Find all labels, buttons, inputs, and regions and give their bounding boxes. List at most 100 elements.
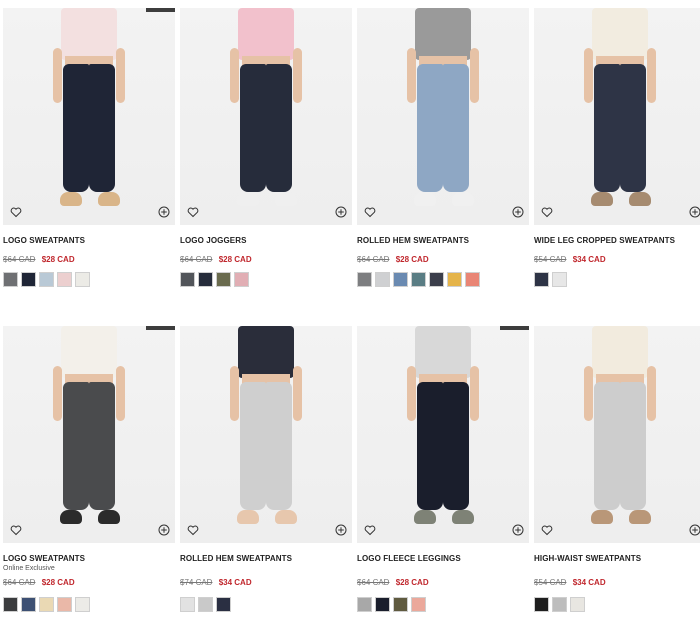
color-swatch[interactable] [393, 272, 408, 287]
original-price: $64 CAD [180, 255, 213, 264]
product-title[interactable]: LOGO FLEECE LEGGINGS [357, 554, 461, 563]
add-icon[interactable] [335, 206, 347, 218]
color-swatch[interactable] [216, 597, 231, 612]
model-figure [3, 326, 175, 543]
sale-price: $28 CAD [395, 255, 429, 264]
product-subtitle: Online Exclusive [3, 565, 55, 572]
sale-price: $28 CAD [218, 255, 252, 264]
sale-price: $28 CAD [41, 255, 75, 264]
add-icon[interactable] [689, 524, 700, 536]
product-image[interactable]: NEW! [3, 326, 175, 543]
color-swatch[interactable] [180, 272, 195, 287]
product-title[interactable]: LOGO SWEATPANTS [3, 236, 85, 245]
product-image[interactable] [534, 8, 700, 225]
heart-icon[interactable] [364, 206, 376, 218]
price-block: $54 CAD $34 CAD [534, 255, 606, 264]
color-swatches [180, 597, 231, 612]
color-swatch[interactable] [357, 272, 372, 287]
sale-price: $34 CAD [572, 255, 606, 264]
color-swatch[interactable] [465, 272, 480, 287]
heart-icon[interactable] [187, 524, 199, 536]
price-block: $64 CAD $28 CAD [357, 255, 429, 264]
color-swatch[interactable] [198, 597, 213, 612]
original-price: $54 CAD [534, 578, 567, 587]
product-card[interactable]: HIGH-WAIST SWEATPANTS $54 CAD $34 CAD [534, 326, 700, 644]
product-card[interactable]: ROLLED HEM SWEATPANTS $74 CAD $34 CAD [180, 326, 352, 644]
heart-icon[interactable] [10, 206, 22, 218]
add-icon[interactable] [512, 524, 524, 536]
product-title[interactable]: LOGO SWEATPANTS [3, 554, 85, 563]
color-swatches [3, 597, 90, 612]
heart-icon[interactable] [187, 206, 199, 218]
sale-price: $28 CAD [395, 578, 429, 587]
product-title[interactable]: HIGH-WAIST SWEATPANTS [534, 554, 641, 563]
color-swatch[interactable] [21, 597, 36, 612]
product-card[interactable]: LOGO JOGGERS $64 CAD $28 CAD [180, 8, 352, 326]
product-grid: NEW! [3, 8, 700, 644]
color-swatch[interactable] [552, 272, 567, 287]
color-swatch[interactable] [447, 272, 462, 287]
original-price: $64 CAD [3, 255, 36, 264]
add-icon[interactable] [158, 524, 170, 536]
color-swatch[interactable] [75, 597, 90, 612]
heart-icon[interactable] [541, 206, 553, 218]
color-swatch[interactable] [534, 272, 549, 287]
price-block: $54 CAD $34 CAD [534, 578, 606, 587]
add-icon[interactable] [689, 206, 700, 218]
color-swatches [3, 272, 90, 287]
color-swatch[interactable] [411, 272, 426, 287]
color-swatch[interactable] [3, 272, 18, 287]
color-swatch[interactable] [570, 597, 585, 612]
product-image[interactable] [534, 326, 700, 543]
color-swatch[interactable] [3, 597, 18, 612]
product-image[interactable]: NEW! [3, 8, 175, 225]
add-icon[interactable] [335, 524, 347, 536]
price-block: $64 CAD $28 CAD [3, 578, 75, 587]
color-swatch[interactable] [39, 272, 54, 287]
product-image[interactable] [180, 326, 352, 543]
add-icon[interactable] [158, 206, 170, 218]
color-swatch[interactable] [534, 597, 549, 612]
heart-icon[interactable] [10, 524, 22, 536]
heart-icon[interactable] [364, 524, 376, 536]
product-title[interactable]: ROLLED HEM SWEATPANTS [357, 236, 469, 245]
color-swatch[interactable] [357, 597, 372, 612]
color-swatch[interactable] [552, 597, 567, 612]
color-swatch[interactable] [411, 597, 426, 612]
color-swatch[interactable] [75, 272, 90, 287]
color-swatch[interactable] [375, 272, 390, 287]
add-icon[interactable] [512, 206, 524, 218]
color-swatches [534, 272, 567, 287]
color-swatch[interactable] [180, 597, 195, 612]
color-swatches [357, 272, 480, 287]
price-block: $74 CAD $34 CAD [180, 578, 252, 587]
sale-price: $34 CAD [218, 578, 252, 587]
sale-price: $28 CAD [41, 578, 75, 587]
color-swatch[interactable] [216, 272, 231, 287]
product-title[interactable]: WIDE LEG CROPPED SWEATPANTS [534, 236, 675, 245]
product-card[interactable]: NEW! [357, 326, 529, 644]
product-card[interactable]: WIDE LEG CROPPED SWEATPANTS $54 CAD $34 … [534, 8, 700, 326]
color-swatch[interactable] [429, 272, 444, 287]
color-swatch[interactable] [57, 597, 72, 612]
color-swatch[interactable] [57, 272, 72, 287]
original-price: $54 CAD [534, 255, 567, 264]
color-swatch[interactable] [375, 597, 390, 612]
product-title[interactable]: ROLLED HEM SWEATPANTS [180, 554, 292, 563]
color-swatch[interactable] [39, 597, 54, 612]
color-swatch[interactable] [21, 272, 36, 287]
product-card[interactable]: ROLLED HEM SWEATPANTS $64 CAD $28 CAD [357, 8, 529, 326]
price-block: $64 CAD $28 CAD [180, 255, 252, 264]
price-block: $64 CAD $28 CAD [3, 255, 75, 264]
product-image[interactable] [357, 8, 529, 225]
product-image[interactable]: NEW! [357, 326, 529, 543]
product-card[interactable]: NEW! [3, 326, 175, 644]
model-figure [357, 8, 529, 225]
heart-icon[interactable] [541, 524, 553, 536]
product-title[interactable]: LOGO JOGGERS [180, 236, 247, 245]
color-swatch[interactable] [393, 597, 408, 612]
color-swatch[interactable] [198, 272, 213, 287]
product-card[interactable]: NEW! [3, 8, 175, 326]
product-image[interactable] [180, 8, 352, 225]
color-swatch[interactable] [234, 272, 249, 287]
